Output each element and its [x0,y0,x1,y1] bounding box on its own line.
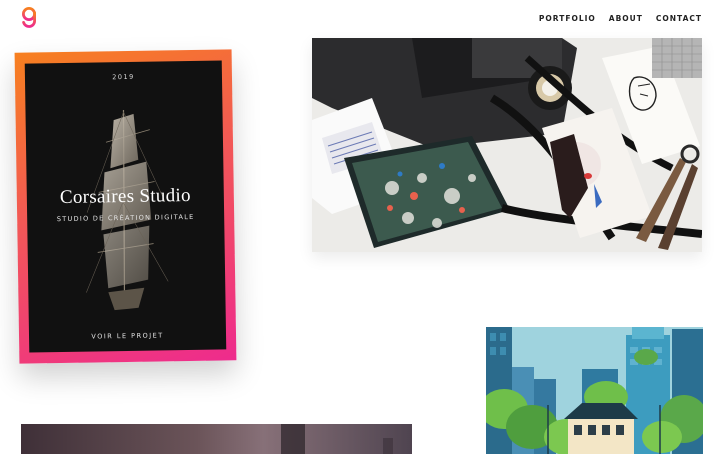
project-title: Corsaires Studio [59,184,191,209]
project-thumbnail-city-illustration[interactable] [486,327,703,454]
project-card-inner: 2019 Corsaires Studio STUDIO DE CRÉATION… [24,60,227,353]
nav-about-link[interactable]: ABOUT [609,14,643,23]
project-subtitle: STUDIO DE CRÉATION DIGITALE [56,212,195,224]
dark-photo-image [281,424,393,454]
nav-contact-link[interactable]: CONTACT [656,14,702,23]
craft-photo-image [312,38,702,252]
project-thumbnail-craft-photo[interactable] [312,38,702,252]
project-thumbnail-dark-photo[interactable] [21,424,412,454]
letter-g-logo-icon[interactable] [19,6,39,30]
main-nav: PORTFOLIO ABOUT CONTACT [539,14,702,23]
nav-portfolio-link[interactable]: PORTFOLIO [539,14,596,23]
project-year: 2019 [112,72,135,82]
city-illustration-image [486,327,703,454]
view-project-link[interactable]: VOIR LE PROJET [29,330,226,341]
project-card-corsaires[interactable]: 2019 Corsaires Studio STUDIO DE CRÉATION… [14,49,237,364]
